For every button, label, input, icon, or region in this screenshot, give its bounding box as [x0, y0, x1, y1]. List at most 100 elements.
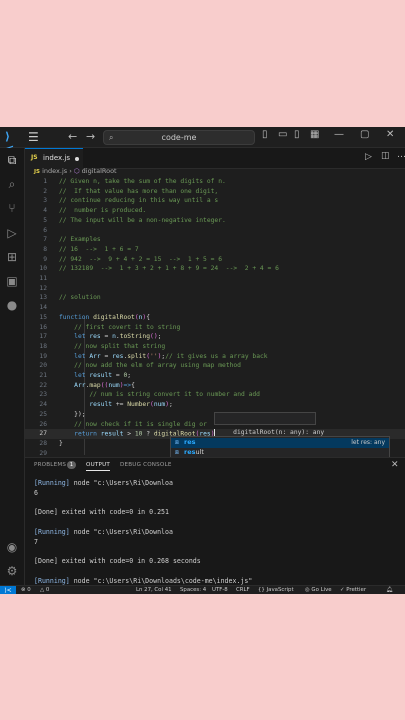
hamburger-icon[interactable]: ☰	[28, 130, 39, 144]
output-line: [Running] node "c:\Users\Ri\Downloa	[34, 478, 173, 488]
command-center[interactable]: ⌕ code-me	[103, 130, 255, 145]
running-tag: [Running]	[34, 577, 70, 585]
code-text: // now add the elm of array using map me…	[59, 361, 241, 371]
output-line: 7	[34, 537, 38, 547]
live-share-icon[interactable]: ●	[5, 298, 19, 312]
minimize-icon[interactable]: —	[334, 129, 344, 140]
run-code-icon[interactable]: ▷	[365, 152, 372, 162]
code-line[interactable]: 16 // first covert it to string	[25, 323, 405, 333]
remote-explorer-icon[interactable]: ▣	[5, 274, 19, 288]
code-line[interactable]: 8 // 16 --> 1 + 6 = 7	[25, 245, 405, 255]
code-token: split	[127, 352, 147, 360]
code-line[interactable]: 19 let Arr = res.split('');// it gives u…	[25, 352, 405, 362]
code-token: {	[131, 381, 135, 389]
code-line[interactable]: 18 // now split that string	[25, 342, 405, 352]
code-line[interactable]: 10 // 132189 --> 1 + 3 + 2 + 1 + 8 + 9 = …	[25, 264, 405, 274]
split-editor-icon[interactable]: ◫	[381, 151, 390, 161]
maximize-icon[interactable]: ▢	[360, 129, 369, 140]
errors-count[interactable]: ⊗ 0	[21, 587, 31, 593]
code-token: res	[89, 333, 101, 341]
remote-icon[interactable]: ⟩<	[0, 586, 16, 594]
parameter-hint: digitalRoot(n: any): any	[214, 412, 324, 436]
prettier-status[interactable]: ✓ Prettier	[340, 587, 366, 593]
search-icon[interactable]: ⌕	[5, 177, 19, 191]
line-ending[interactable]: CRLF	[236, 587, 250, 593]
cursor-position[interactable]: Ln 27, Col 41	[136, 587, 172, 593]
tab-output[interactable]: OUTPUT	[86, 462, 110, 471]
code-line[interactable]: 23 // num is string convert it to number…	[25, 390, 405, 400]
suggestion-text: ult	[195, 447, 204, 456]
warnings-count[interactable]: △ 0	[40, 587, 49, 593]
line-number: 16	[39, 323, 47, 331]
layout-icon[interactable]: ▦	[310, 129, 319, 140]
code-text: result += Number(num);	[59, 400, 173, 410]
settings-gear-icon[interactable]: ⚙	[5, 564, 19, 578]
code-line[interactable]: 14	[25, 303, 405, 313]
explorer-icon[interactable]: ⧉	[5, 153, 19, 167]
tab-problems[interactable]: PROBLEMS	[34, 462, 66, 468]
code-token: // it gives us a array back	[165, 352, 268, 360]
line-number: 28	[39, 439, 47, 447]
suggestion-label: res	[184, 438, 195, 448]
code-line[interactable]: 22 Arr.map((num)=>{	[25, 381, 405, 391]
code-line[interactable]: 7 // Examples	[25, 235, 405, 245]
toggle-secondary-sidebar-icon[interactable]: ▯	[294, 129, 300, 140]
code-text: // now split that string	[59, 342, 165, 352]
code-line[interactable]: 9 // 942 --> 9 + 4 + 2 = 15 --> 1 + 5 = 6	[25, 255, 405, 265]
account-icon[interactable]: ◉	[5, 540, 19, 554]
toggle-panel-icon[interactable]: ▭	[278, 129, 287, 140]
code-token: // now split that string	[74, 342, 166, 350]
more-actions-icon[interactable]: …	[397, 150, 405, 160]
code-line[interactable]: 15 function digitalRoot(n){	[25, 313, 405, 323]
code-text: // continue reducing in this way until a…	[59, 196, 218, 206]
code-token: return	[74, 430, 101, 438]
back-arrow-icon[interactable]: ←	[68, 130, 77, 143]
panel-more-icon[interactable]: ✕	[391, 460, 399, 470]
language-mode[interactable]: {} JavaScript	[258, 587, 294, 593]
source-control-icon[interactable]: ⑂	[5, 201, 19, 215]
code-token: ;	[168, 401, 173, 409]
code-token: +=	[112, 401, 128, 409]
code-line[interactable]: 17 let res = n.toString();	[25, 332, 405, 342]
forward-arrow-icon[interactable]: →	[86, 130, 95, 143]
toggle-sidebar-icon[interactable]: ▯	[262, 129, 268, 140]
code-line[interactable]: 11	[25, 274, 405, 284]
code-line[interactable]: 12	[25, 284, 405, 294]
breadcrumb-file[interactable]: index.js	[42, 167, 67, 175]
suggestion-detail: let res: any	[351, 439, 385, 446]
line-number: 4	[43, 207, 47, 215]
go-live-button[interactable]: ◎ Go Live	[305, 587, 332, 593]
unsaved-dot-icon[interactable]	[75, 157, 79, 161]
code-line[interactable]: 20 // now add the elm of array using map…	[25, 361, 405, 371]
code-line[interactable]: 24 result += Number(num);	[25, 400, 405, 410]
code-token: =>	[123, 381, 132, 389]
code-line[interactable]: 5 // The input will be a non-negative int…	[25, 216, 405, 226]
breadcrumb-symbol[interactable]: digitalRoot	[82, 167, 117, 175]
code-line[interactable]: 21 let result = 0;	[25, 371, 405, 381]
run-debug-icon[interactable]: ▷	[5, 226, 19, 240]
close-icon[interactable]: ✕	[386, 129, 394, 140]
code-line[interactable]: 4 // number is produced.	[25, 206, 405, 216]
code-token: num	[108, 381, 120, 389]
suggestion-item[interactable]: ⧈ res let res: any	[171, 438, 389, 448]
indentation[interactable]: Spaces: 4	[180, 587, 206, 593]
code-token: function	[59, 313, 94, 321]
encoding[interactable]: UTF-8	[212, 587, 228, 593]
suggestion-item[interactable]: ⧈ result	[171, 448, 389, 458]
output-line: 6	[34, 488, 38, 498]
code-line[interactable]: 2 // If that value has more than one digi…	[25, 187, 405, 197]
extensions-icon[interactable]: ⊞	[5, 250, 19, 264]
tab-index-js[interactable]: JS index.js	[25, 148, 83, 169]
tab-debug-console[interactable]: DEBUG CONSOLE	[120, 462, 172, 468]
code-token: {	[146, 313, 151, 321]
suggestion-match: res	[184, 438, 196, 446]
code-line[interactable]: 3 // continue reducing in this way until …	[25, 196, 405, 206]
code-line[interactable]: 13 // solution	[25, 293, 405, 303]
code-line[interactable]: 6	[25, 226, 405, 236]
line-number: 1	[43, 178, 47, 185]
notifications-bell-icon[interactable]: 🔔︎	[386, 587, 393, 593]
breadcrumb: JS index.js › ⬡ digitalRoot	[34, 167, 117, 177]
code-line[interactable]: 1 // Given n, take the sum of the digits …	[25, 177, 405, 187]
